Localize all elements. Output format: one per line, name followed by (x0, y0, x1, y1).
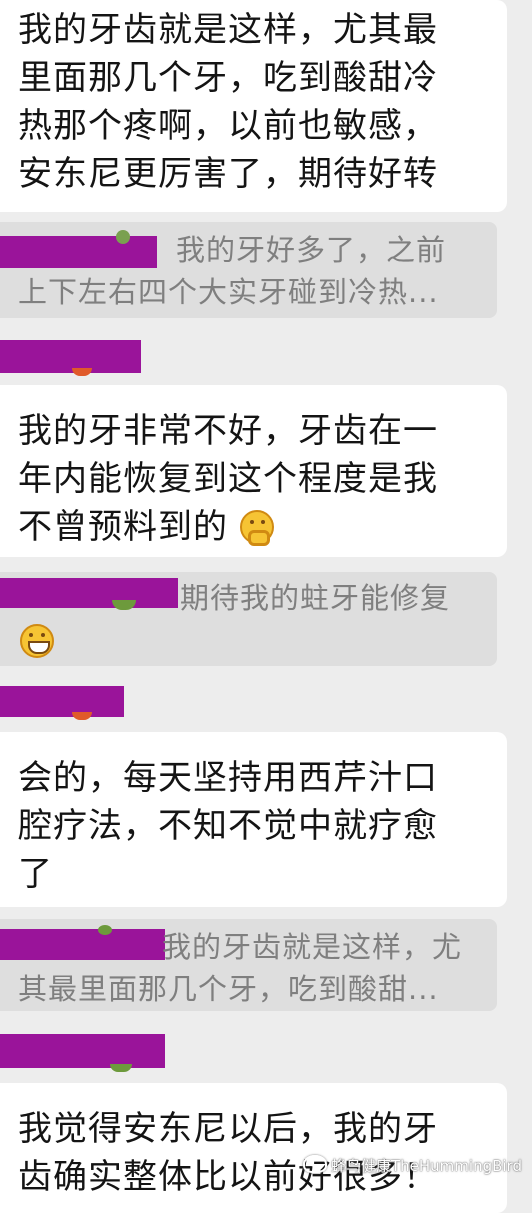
thinking-face-icon (239, 510, 274, 546)
message-line: 会的，每天坚持用西芹汁口 (18, 758, 438, 798)
message-line: 我的牙非常不好，牙齿在一 (18, 411, 438, 451)
watermark-text: 蜂鸟健康TheHummingBird (331, 1157, 522, 1175)
quote-line: 上下左右四个大实牙碰到冷热... (18, 275, 439, 309)
message-line: 年内能恢复到这个程度是我 (18, 459, 438, 499)
quoted-message[interactable]: 我的牙齿就是这样，尤 其最里面那几个牙，吃到酸甜... (0, 919, 497, 1011)
quoted-message[interactable]: 我的牙好多了，之前 上下左右四个大实牙碰到冷热... (0, 222, 497, 318)
message-line: 我觉得安东尼以后，我的牙 (18, 1109, 438, 1149)
avatar-fragment (72, 712, 92, 720)
avatar-fragment (112, 600, 136, 610)
chat-message[interactable]: 我的牙非常不好，牙齿在一 年内能恢复到这个程度是我 不曾预料到的 (0, 385, 507, 557)
quote-line: 其最里面那几个牙，吃到酸甜... (18, 972, 439, 1006)
quote-line (20, 622, 54, 662)
avatar-fragment (98, 925, 112, 935)
chat-message[interactable]: 我的牙齿就是这样，尤其最 里面那几个牙，吃到酸甜冷 热那个疼啊，以前也敏感， 安… (0, 0, 507, 212)
avatar-fragment (116, 230, 130, 244)
redacted-username (0, 929, 165, 960)
quote-line: 我的牙齿就是这样，尤 (162, 930, 463, 964)
redacted-sender-name (0, 340, 141, 373)
message-line: 不曾预料到的 (18, 503, 497, 551)
quote-line: 我的牙好多了，之前 (176, 233, 447, 267)
chat-message[interactable]: 会的，每天坚持用西芹汁口 腔疗法，不知不觉中就疗愈 了 (0, 732, 507, 907)
quote-line: 期待我的蛀牙能修复 (180, 581, 451, 615)
redacted-username (0, 236, 157, 268)
bird-logo-icon (303, 1155, 327, 1173)
message-line: 我的牙齿就是这样，尤其最 (18, 10, 438, 50)
message-line: 热那个疼啊，以前也敏感， (18, 106, 438, 146)
avatar-fragment (110, 1064, 132, 1072)
message-line: 里面那几个牙，吃到酸甜冷 (18, 58, 438, 98)
redacted-sender-name (0, 686, 124, 717)
redacted-sender-name (0, 1034, 165, 1068)
message-line: 腔疗法，不知不觉中就疗愈 (18, 806, 438, 846)
avatar-fragment (72, 368, 92, 376)
watermark: 蜂鸟健康TheHummingBird (303, 1155, 522, 1176)
quoted-message[interactable]: 期待我的蛀牙能修复 (0, 572, 497, 666)
grinning-face-icon (20, 624, 54, 658)
message-line: 安东尼更厉害了，期待好转 (18, 154, 438, 194)
redacted-username (0, 578, 178, 608)
message-line: 了 (18, 854, 53, 894)
